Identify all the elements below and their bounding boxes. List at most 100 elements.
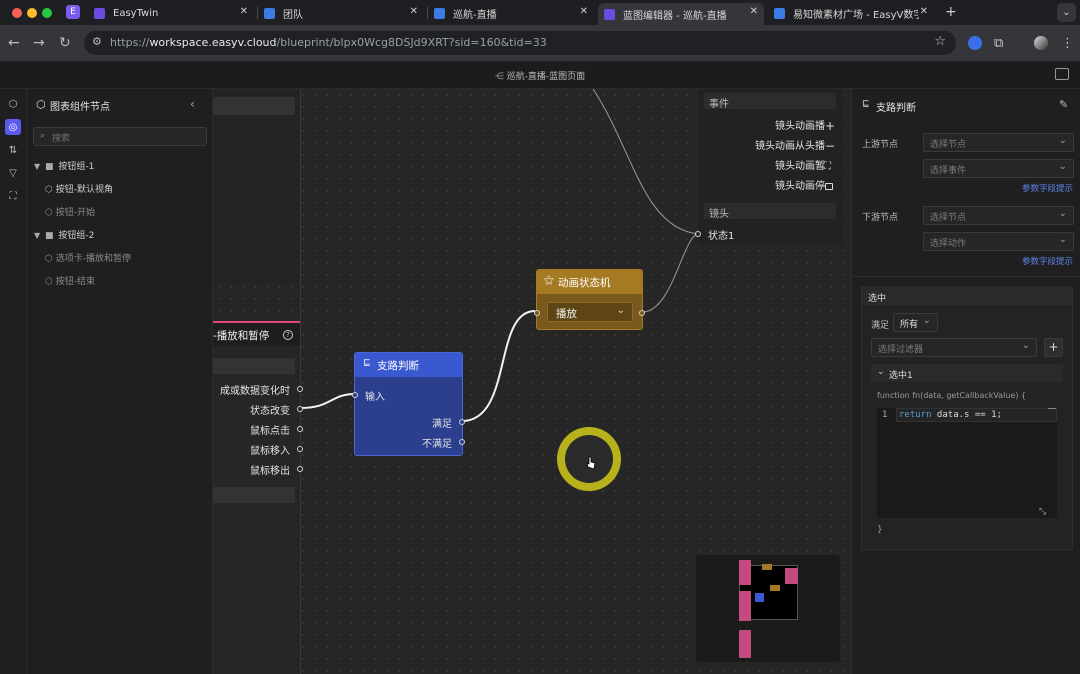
close-window-button[interactable]: [12, 8, 22, 18]
expand-editor-icon[interactable]: ⤡: [1039, 507, 1046, 517]
filter-icon[interactable]: ▽: [5, 165, 21, 181]
output-port[interactable]: [297, 406, 303, 412]
tree-item[interactable]: ⬡ 按钮-默认视角: [45, 182, 113, 195]
chevron-down-icon: ⌄: [1058, 208, 1067, 219]
tab-cruise-live[interactable]: 巡航-直播 ✕: [428, 3, 594, 23]
code-editor[interactable]: 1 return data.s == 1; ⤡: [877, 408, 1057, 518]
close-tab-icon[interactable]: ✕: [580, 6, 588, 17]
global-variable-icon[interactable]: ⛶: [5, 188, 21, 204]
output-port[interactable]: [297, 386, 303, 392]
downstream-action-select[interactable]: 选择动作 ⌄: [923, 232, 1074, 251]
tab-search-chevron-icon[interactable]: ⌄: [1057, 3, 1076, 22]
tab-easytwin[interactable]: EasyTwin ✕: [88, 3, 254, 23]
folder-icon: ■: [45, 162, 54, 172]
upstream-node-select[interactable]: 选择节点 ⌄: [923, 133, 1074, 152]
close-tab-icon[interactable]: ✕: [410, 6, 418, 17]
site-settings-icon[interactable]: ⚙: [92, 35, 102, 48]
close-tab-icon[interactable]: ✕: [917, 6, 928, 17]
easyv-favicon-icon: [264, 7, 275, 19]
new-tab-button[interactable]: +: [945, 4, 957, 20]
easyv-favicon-icon: [434, 7, 445, 19]
edit-pencil-icon[interactable]: ✎: [1059, 98, 1068, 111]
function-signature: function fn(data, getCallbackValue) {: [877, 391, 1027, 400]
app-header: ⋲ 巡航-直播-蓝图页面: [0, 62, 1080, 89]
chart-nodes-icon[interactable]: ◎: [5, 119, 21, 135]
input-port[interactable]: [534, 310, 540, 316]
tree-group-1[interactable]: ▼ ■ 按钮组-1: [34, 159, 94, 172]
tree-item[interactable]: ⬡ 选项卡-播放和暂停: [45, 251, 131, 264]
output-port[interactable]: [459, 439, 465, 445]
url-text[interactable]: https://workspace.easyv.cloud/blueprint/…: [110, 36, 547, 49]
back-arrow-icon[interactable]: ←: [8, 35, 20, 51]
input-port[interactable]: [695, 231, 701, 237]
state-select[interactable]: 播放 ⌄: [547, 302, 633, 322]
tab-material-square[interactable]: 易知微素材广场 - EasyV数字孪 ✕: [768, 3, 934, 23]
reload-icon[interactable]: ↻: [59, 35, 71, 51]
avatar[interactable]: [1034, 36, 1048, 50]
param-hint-link[interactable]: 参数字段提示: [1022, 182, 1073, 194]
condition-section: 选中 满足 所有 ⌄ 选择过滤器 ⌄ + ⌄ 选中1 function fn(dat…: [861, 286, 1073, 550]
more-menu-icon[interactable]: ⋮: [1061, 36, 1074, 51]
zoom-in-icon[interactable]: +: [825, 119, 835, 133]
left-toolbar: ⬡ ◎ ⇅ ▽ ⛶: [0, 89, 27, 674]
fit-view-icon[interactable]: ⛶: [824, 161, 831, 172]
collapse-panel-chevron-icon[interactable]: ‹: [190, 97, 195, 111]
output-port[interactable]: [639, 310, 645, 316]
extensions-puzzle-icon[interactable]: ⧉: [994, 36, 1003, 51]
tab-team[interactable]: 团队 ✕: [258, 3, 424, 23]
filter-select[interactable]: 选择过滤器 ⌄: [871, 338, 1037, 357]
close-tab-icon[interactable]: ✕: [240, 6, 248, 17]
tab-node[interactable]: -播放和暂停 ? 成或数据变化时 状态改变 鼠标点击 鼠标移入 鼠标移出: [213, 321, 303, 671]
output-port[interactable]: [297, 466, 303, 472]
filter-item-header[interactable]: ⌄ 选中1: [871, 364, 1063, 382]
search-input[interactable]: ⌕ 搜索: [33, 127, 207, 146]
add-filter-button[interactable]: +: [1044, 338, 1063, 357]
upstream-event-select[interactable]: 选择事件 ⌄: [923, 159, 1074, 178]
satisfy-label: 满足: [871, 321, 890, 331]
port-label: 满足: [432, 419, 452, 430]
tree-item[interactable]: ⬡ 按钮-开始: [45, 205, 95, 218]
minimize-window-button[interactable]: [27, 8, 37, 18]
port-label: 状态1: [708, 231, 735, 242]
events-header: 事件: [709, 99, 729, 110]
lock-icon[interactable]: [825, 183, 833, 190]
search-placeholder: 搜索: [52, 134, 71, 144]
output-port[interactable]: [459, 419, 465, 425]
branch-judge-node[interactable]: ⊑ 支路判断 输入 满足 不满足: [352, 352, 465, 456]
satisfy-select[interactable]: 所有 ⌄: [893, 313, 938, 332]
chevron-down-icon: ⌄: [1058, 135, 1067, 146]
output-port[interactable]: [297, 446, 303, 452]
event-label: 镜头动画从头播: [755, 141, 825, 152]
preview-screen-icon[interactable]: [1055, 68, 1069, 80]
help-icon[interactable]: ?: [283, 330, 293, 340]
tree-group-2[interactable]: ▼ ■ 按钮组-2: [34, 228, 94, 241]
tab-title: 易知微素材广场 - EasyV数字孪: [793, 9, 921, 21]
tab-title: EasyTwin: [113, 7, 159, 19]
extension-icon[interactable]: [968, 36, 982, 50]
blueprint-canvas[interactable]: -播放和暂停 ? 成或数据变化时 状态改变 鼠标点击 鼠标移入 鼠标移出 ⊑ 支…: [213, 89, 851, 674]
zoom-out-icon[interactable]: −: [825, 139, 835, 153]
profile-icon[interactable]: E: [66, 5, 80, 19]
address-bar[interactable]: ⚙ https://workspace.easyv.cloud/blueprin…: [84, 31, 956, 55]
close-tab-icon[interactable]: ✕: [750, 6, 758, 17]
param-hint-link[interactable]: 参数字段提示: [1022, 255, 1073, 267]
downstream-node-select[interactable]: 选择节点 ⌄: [923, 206, 1074, 225]
output-port[interactable]: [297, 426, 303, 432]
node-icon: ⬡: [45, 277, 53, 287]
tab-blueprint-editor[interactable]: 蓝图编辑器 - 巡航-直播 ✕: [598, 3, 764, 25]
component-cube-icon[interactable]: ⬡: [5, 96, 21, 112]
maximize-window-button[interactable]: [42, 8, 52, 18]
forward-arrow-icon[interactable]: →: [33, 35, 45, 51]
minimap[interactable]: [696, 555, 840, 662]
input-port[interactable]: [352, 392, 358, 398]
caret-down-icon: ▼: [34, 162, 41, 171]
bookmark-star-icon[interactable]: ☆: [934, 34, 946, 49]
folder-icon: ■: [45, 231, 54, 241]
tab-node-title: -播放和暂停: [213, 330, 270, 342]
port-label: 鼠标点击: [250, 426, 290, 437]
logic-branch-icon[interactable]: ⇅: [5, 142, 21, 158]
hand-cursor-icon: [586, 456, 596, 470]
animation-state-machine-node[interactable]: ⚝ 动画状态机 播放 ⌄: [534, 269, 645, 330]
tree-item[interactable]: ⬡ 按钮-结束: [45, 274, 95, 287]
chevron-down-icon: ⌄: [877, 367, 885, 377]
